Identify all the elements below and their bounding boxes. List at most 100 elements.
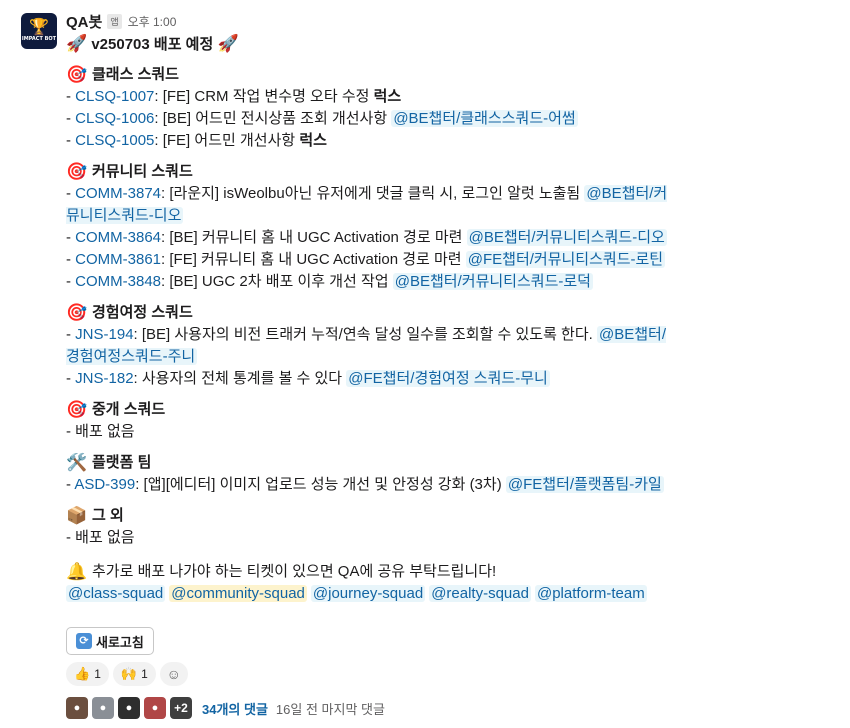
section-heading: 🎯 중개 스쿼드 — [66, 399, 676, 421]
item-bullet: - — [66, 273, 76, 290]
ticket-item: - 배포 없음 — [66, 527, 676, 549]
bell-icon: 🔔 — [66, 562, 88, 581]
ticket-link[interactable]: JNS-182 — [75, 370, 133, 387]
target-icon: 🎯 — [66, 65, 88, 84]
squad-section: 🎯 경험여정 스쿼드 - JNS-194: [BE] 사용자의 비전 트래커 누적/… — [66, 302, 676, 390]
user-mention[interactable]: @FE챕터/플랫폼팀-카일 — [505, 476, 664, 493]
group-mentions: @class-squad @community-squad @journey-squ… — [66, 583, 676, 605]
ticket-item: - CLSQ-1007: [FE] CRM 작업 변수명 오타 수정 럭스 — [66, 86, 676, 108]
replier-avatar[interactable]: ● — [66, 697, 88, 719]
ticket-item: - COMM-3848: [BE] UGC 2차 배포 이후 개선 작업 @BE… — [66, 271, 676, 293]
ticket-item: - ASD-399: [앱][에디터] 이미지 업로드 성능 개선 및 안정성 … — [66, 474, 676, 496]
thumbs-up-icon: 👍 — [74, 666, 91, 681]
reply-count-link[interactable]: 34개의 댓글 — [202, 699, 268, 718]
ticket-item: - 배포 없음 — [66, 421, 676, 443]
add-emoji-icon: ☺ — [166, 666, 181, 682]
section-heading: 🎯 경험여정 스쿼드 — [66, 302, 676, 324]
trophy-icon: 🏆 — [29, 19, 49, 36]
assignee-name: 럭스 — [299, 132, 327, 149]
refresh-icon: ⟳ — [76, 633, 92, 649]
section-title: 커뮤니티 스쿼드 — [92, 163, 193, 180]
ticket-link[interactable]: COMM-3874 — [75, 185, 161, 202]
squad-section: 🎯 커뮤니티 스쿼드 - COMM-3874: [라운지] isWeolbu아닌 유… — [66, 161, 676, 293]
release-title-text: v250703 배포 예정 — [91, 36, 214, 53]
squad-sections: 🎯 클래스 스쿼드 - CLSQ-1007: [FE] CRM 작업 변수명 오타 … — [66, 64, 676, 549]
reaction-raised-hands[interactable]: 🙌 1 — [112, 662, 156, 686]
item-bullet: - — [66, 110, 76, 127]
user-mention[interactable]: @BE챕터/클래스스쿼드-어썸 — [391, 110, 578, 127]
user-mention[interactable]: @FE챕터/경험여정 스쿼드-무니 — [346, 370, 550, 387]
reaction-thumbs-up[interactable]: 👍 1 — [66, 662, 109, 686]
ticket-link[interactable]: CLSQ-1005 — [75, 132, 154, 149]
section-title: 그 외 — [92, 507, 124, 524]
ticket-description: : [BE] 사용자의 비전 트래커 누적/연속 달성 일수를 조회할 수 있도… — [133, 326, 597, 343]
ticket-description: : [라운지] isWeolbu아닌 유저에게 댓글 클릭 시, 로그인 알럿 … — [161, 185, 585, 202]
footer-note-text: 추가로 배포 나가야 하는 티켓이 있으면 QA에 공유 부탁드립니다! — [92, 563, 497, 580]
tools-icon: 🛠️ — [66, 453, 88, 472]
section-heading: 🎯 클래스 스쿼드 — [66, 64, 676, 86]
section-title: 중개 스쿼드 — [92, 401, 166, 418]
rocket-icon: 🚀 — [66, 34, 88, 53]
message-time[interactable]: 오후 1:00 — [128, 13, 177, 30]
raised-hands-icon: 🙌 — [120, 666, 138, 681]
group-mention[interactable]: @platform-team — [534, 585, 647, 602]
item-bullet: - — [66, 132, 76, 149]
group-mention[interactable]: @journey-squad — [310, 585, 426, 602]
item-bullet: - — [66, 185, 76, 202]
group-mention[interactable]: @community-squad — [169, 585, 307, 602]
sender-name[interactable]: QA봇 — [66, 11, 102, 32]
item-bullet: - — [66, 370, 76, 387]
user-mention[interactable]: @BE챕터/커뮤니티스쿼드-로덕 — [392, 273, 593, 290]
target-icon: 🎯 — [66, 162, 88, 181]
package-icon: 📦 — [66, 506, 88, 525]
ticket-link[interactable]: COMM-3861 — [75, 251, 161, 268]
target-icon: 🎯 — [66, 400, 88, 419]
user-mention[interactable]: @BE챕터/커뮤니티스쿼드-디오 — [466, 229, 667, 246]
more-repliers-badge[interactable]: +2 — [170, 697, 192, 719]
section-title: 경험여정 스쿼드 — [92, 304, 193, 321]
reactions-bar: 👍 1 🙌 1 ☺ — [66, 662, 188, 686]
user-mention[interactable]: @FE챕터/커뮤니티스쿼드-로틴 — [465, 251, 666, 268]
section-heading: 🛠️ 플랫폼 팀 — [66, 452, 676, 474]
bot-avatar[interactable]: 🏆 IMPACT BOT — [21, 13, 57, 49]
last-reply-time: 16일 전 마지막 댓글 — [275, 701, 385, 717]
app-badge: 앱 — [107, 13, 122, 29]
release-title: 🚀 v250703 배포 예정 🚀 — [66, 33, 676, 55]
ticket-link[interactable]: ASD-399 — [74, 476, 135, 493]
ticket-item: - COMM-3864: [BE] 커뮤니티 홈 내 UGC Activatio… — [66, 227, 676, 249]
group-mention[interactable]: @class-squad — [66, 585, 166, 602]
footer-note: 🔔 추가로 배포 나가야 하는 티켓이 있으면 QA에 공유 부탁드립니다! — [66, 561, 676, 583]
ticket-link[interactable]: COMM-3864 — [75, 229, 161, 246]
ticket-description: : [FE] CRM 작업 변수명 오타 수정 — [154, 88, 374, 105]
ticket-description: : [FE] 어드민 개선사항 — [154, 132, 300, 149]
reaction-count: 1 — [94, 667, 101, 681]
rocket-icon: 🚀 — [217, 34, 239, 53]
ticket-description: : [BE] 커뮤니티 홈 내 UGC Activation 경로 마련 — [161, 229, 467, 246]
ticket-description: : [앱][에디터] 이미지 업로드 성능 개선 및 안정성 강화 (3차) — [135, 476, 506, 493]
assignee-name: 럭스 — [373, 88, 402, 105]
ticket-item: - CLSQ-1005: [FE] 어드민 개선사항 럭스 — [66, 130, 676, 152]
squad-section: 🎯 클래스 스쿼드 - CLSQ-1007: [FE] CRM 작업 변수명 오타 … — [66, 64, 676, 152]
replier-avatar[interactable]: ● — [144, 697, 166, 719]
ticket-link[interactable]: JNS-194 — [75, 326, 133, 343]
ticket-description: : [FE] 커뮤니티 홈 내 UGC Activation 경로 마련 — [161, 251, 466, 268]
target-icon: 🎯 — [66, 303, 88, 322]
add-reaction-button[interactable]: ☺ — [159, 662, 188, 686]
group-mention[interactable]: @realty-squad — [429, 585, 531, 602]
thread-summary[interactable]: ● ● ● ● +2 34개의 댓글 16일 전 마지막 댓글 — [66, 696, 385, 720]
ticket-link[interactable]: CLSQ-1007 — [75, 88, 154, 105]
replier-avatar[interactable]: ● — [92, 697, 114, 719]
section-title: 클래스 스쿼드 — [92, 66, 179, 83]
refresh-button-label: 새로고침 — [96, 634, 144, 650]
ticket-item: - COMM-3874: [라운지] isWeolbu아닌 유저에게 댓글 클릭… — [66, 183, 676, 227]
section-title: 플랫폼 팀 — [92, 454, 152, 471]
squad-section: 📦 그 외 - 배포 없음 — [66, 505, 676, 549]
item-bullet: - — [66, 423, 76, 440]
ticket-link[interactable]: CLSQ-1006 — [75, 110, 154, 127]
ticket-item: - CLSQ-1006: [BE] 어드민 전시상품 조회 개선사항 @BE챕터… — [66, 108, 676, 130]
refresh-button[interactable]: ⟳ 새로고침 — [66, 627, 154, 655]
ticket-link[interactable]: COMM-3848 — [75, 273, 161, 290]
avatar-brand: IMPACT BOT — [21, 36, 57, 42]
replier-avatar[interactable]: ● — [118, 697, 140, 719]
item-bullet: - — [66, 88, 76, 105]
